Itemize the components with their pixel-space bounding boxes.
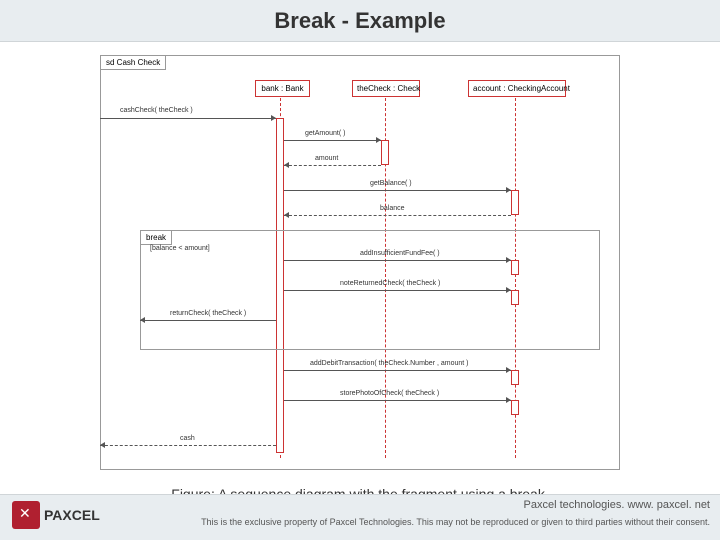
msg-getamount: getAmount( )	[305, 130, 345, 137]
msg-addfee: addInsufficientFundFee( )	[360, 250, 440, 257]
initiator-arrow	[271, 115, 276, 121]
arrow-adddebit	[506, 367, 511, 373]
arrow-storephoto	[506, 397, 511, 403]
arrow-cash	[100, 442, 105, 448]
lifeline-account: account : CheckingAccount	[468, 80, 566, 97]
break-frame-label: break	[140, 230, 172, 245]
paxcel-icon	[12, 501, 40, 529]
lifeline-check: theCheck : Check	[352, 80, 420, 97]
line-notereturned	[284, 290, 511, 291]
activation-account-4	[511, 370, 519, 385]
msg-notereturned: noteReturnedCheck( theCheck )	[340, 280, 440, 287]
title-bar: Break - Example	[0, 0, 720, 42]
page-title: Break - Example	[274, 8, 445, 34]
arrow-notereturned	[506, 287, 511, 293]
break-guard: [balance < amount]	[150, 245, 210, 252]
footer: PAXCEL Paxcel technologies. www. paxcel.…	[0, 494, 720, 540]
outer-frame-label: sd Cash Check	[100, 55, 166, 70]
brand-logo: PAXCEL	[12, 501, 100, 529]
arrow-getbalance	[506, 187, 511, 193]
msg-getbalance: getBalance( )	[370, 180, 412, 187]
arrow-amount	[284, 162, 289, 168]
msg-returncheck: returnCheck( theCheck )	[170, 310, 246, 317]
arrow-getamount	[376, 137, 381, 143]
msg-storephoto: storePhotoOfCheck( theCheck )	[340, 390, 439, 397]
line-returncheck	[140, 320, 276, 321]
line-amount	[284, 165, 381, 166]
sequence-diagram: sd Cash Check bank : Bank theCheck : Che…	[80, 50, 640, 480]
activation-check	[381, 140, 389, 165]
msg-amount: amount	[315, 155, 338, 162]
line-getamount	[284, 140, 381, 141]
line-adddebit	[284, 370, 511, 371]
msg-cash: cash	[180, 435, 195, 442]
line-storephoto	[284, 400, 511, 401]
footer-line2: This is the exclusive property of Paxcel…	[201, 517, 710, 527]
line-getbalance	[284, 190, 511, 191]
arrow-addfee	[506, 257, 511, 263]
initiator-msg: cashCheck( theCheck )	[120, 107, 193, 114]
line-balance	[284, 215, 511, 216]
msg-balance: balance	[380, 205, 405, 212]
line-addfee	[284, 260, 511, 261]
lifeline-bank: bank : Bank	[255, 80, 310, 97]
activation-account-1	[511, 190, 519, 215]
initiator-line	[100, 118, 276, 119]
brand-name: PAXCEL	[44, 507, 100, 523]
msg-adddebit: addDebitTransaction( theCheck.Number , a…	[310, 360, 468, 367]
line-cash	[100, 445, 276, 446]
activation-account-5	[511, 400, 519, 415]
footer-line1: Paxcel technologies. www. paxcel. net	[524, 499, 711, 511]
arrow-returncheck	[140, 317, 145, 323]
arrow-balance	[284, 212, 289, 218]
